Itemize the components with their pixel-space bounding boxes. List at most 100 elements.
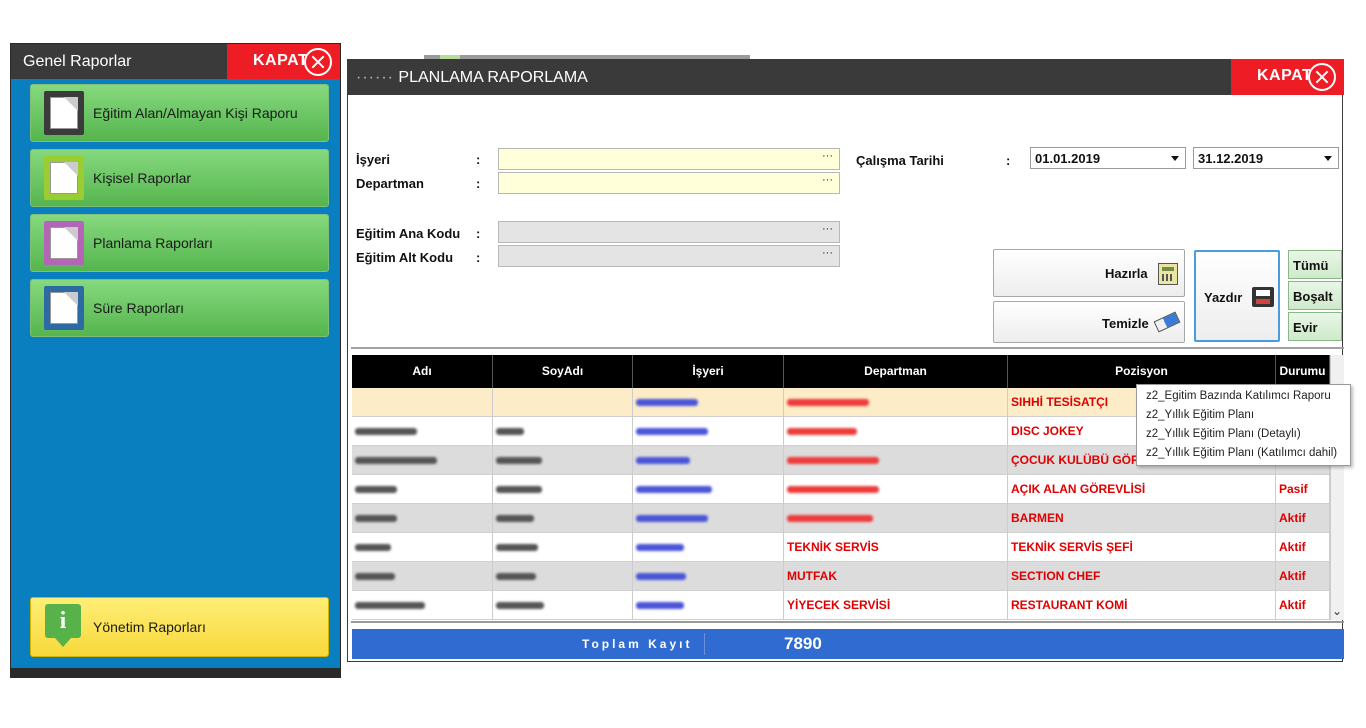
cell-name bbox=[352, 562, 493, 591]
ellipsis-button[interactable]: ··· bbox=[822, 174, 833, 186]
clear-selection-button[interactable]: Boşalt bbox=[1288, 281, 1342, 310]
cell-position: BARMEN bbox=[1008, 504, 1276, 533]
ellipsis-button[interactable]: ··· bbox=[822, 247, 833, 259]
cell-status: Aktif bbox=[1276, 504, 1330, 533]
start-date-picker[interactable]: 01.01.2019 bbox=[1030, 147, 1186, 169]
menu-item-label: Planlama Raporları bbox=[93, 235, 213, 251]
cell-name bbox=[352, 388, 493, 417]
workplace-label: İşyeri bbox=[356, 152, 390, 167]
ellipsis-button[interactable]: ··· bbox=[822, 150, 833, 162]
table-row[interactable]: TEKNİK SERVİS TEKNİK SERVİS ŞEFİ Aktif bbox=[352, 533, 1330, 562]
training-sub-code-label: Eğitim Alt Kodu bbox=[356, 250, 454, 265]
chevron-down-icon[interactable]: ⌄ bbox=[1330, 602, 1344, 620]
clear-button[interactable]: Temizle bbox=[993, 301, 1185, 343]
cell-department bbox=[784, 388, 1008, 417]
ellipsis-button[interactable]: ··· bbox=[822, 223, 833, 235]
training-attendance-report-button[interactable]: Eğitim Alan/Almayan Kişi Raporu bbox=[30, 84, 329, 142]
cell-surname bbox=[493, 475, 633, 504]
window-title: ······ PLANLAMA RAPORLAMA bbox=[356, 69, 588, 87]
cell-workplace bbox=[633, 417, 784, 446]
table-row[interactable]: MUTFAK SECTION CHEF Aktif bbox=[352, 562, 1330, 591]
duration-reports-button[interactable]: Süre Raporları bbox=[30, 279, 329, 337]
cell-name bbox=[352, 475, 493, 504]
training-main-code-field[interactable]: ··· bbox=[498, 221, 840, 243]
cell-name bbox=[352, 446, 493, 475]
title-dots: ······ bbox=[356, 69, 394, 86]
panel-bottom-bar bbox=[11, 668, 340, 678]
column-header-department[interactable]: Departman bbox=[784, 355, 1008, 388]
cell-position: AÇIK ALAN GÖREVLİSİ bbox=[1008, 475, 1276, 504]
colon: : bbox=[476, 226, 481, 241]
cell-name bbox=[352, 533, 493, 562]
divider bbox=[351, 347, 1344, 349]
prepare-button[interactable]: Hazırla bbox=[993, 249, 1185, 297]
colon: : bbox=[476, 176, 481, 191]
department-label: Departman bbox=[356, 176, 424, 191]
close-icon bbox=[1308, 63, 1336, 91]
cell-workplace bbox=[633, 562, 784, 591]
column-header-workplace[interactable]: İşyeri bbox=[633, 355, 784, 388]
table-row[interactable]: AÇIK ALAN GÖREVLİSİ Pasif bbox=[352, 475, 1330, 504]
cell-workplace bbox=[633, 446, 784, 475]
cell-surname bbox=[493, 417, 633, 446]
window-title-text: PLANLAMA RAPORLAMA bbox=[398, 69, 588, 86]
cell-department bbox=[784, 417, 1008, 446]
invert-selection-button[interactable]: Evir bbox=[1288, 312, 1342, 341]
select-all-button[interactable]: Tümü bbox=[1288, 250, 1342, 279]
table-row[interactable]: BARMEN Aktif bbox=[352, 504, 1330, 533]
cell-status: Aktif bbox=[1276, 533, 1330, 562]
cell-workplace bbox=[633, 388, 784, 417]
column-header-surname[interactable]: SoyAdı bbox=[493, 355, 633, 388]
general-reports-panel: Genel Raporlar KAPAT Eğitim Alan/Almayan… bbox=[10, 43, 341, 678]
workplace-field[interactable]: ··· bbox=[498, 148, 840, 170]
end-date-value: 31.12.2019 bbox=[1198, 151, 1264, 166]
cell-name bbox=[352, 591, 493, 620]
menu-item-label: Yönetim Raporları bbox=[93, 619, 206, 635]
print-label: Yazdır bbox=[1204, 290, 1243, 305]
training-sub-code-field[interactable]: ··· bbox=[498, 245, 840, 267]
cell-department bbox=[784, 475, 1008, 504]
clear-selection-label: Boşalt bbox=[1293, 289, 1333, 304]
clear-label: Temizle bbox=[1102, 316, 1149, 331]
cell-status: Aktif bbox=[1276, 591, 1330, 620]
cell-name bbox=[352, 417, 493, 446]
cell-surname bbox=[493, 388, 633, 417]
calculator-icon bbox=[1158, 263, 1178, 285]
report-type-menu: z2_Egitim Bazında Katılımcı Raporu z2_Yı… bbox=[1136, 384, 1351, 466]
menu-item-training-participant-report[interactable]: z2_Egitim Bazında Katılımcı Raporu bbox=[1146, 390, 1331, 402]
column-header-name[interactable]: Adı bbox=[352, 355, 493, 388]
cell-surname bbox=[493, 533, 633, 562]
menu-item-annual-training-plan-detailed[interactable]: z2_Yıllık Eğitim Planı (Detaylı) bbox=[1146, 428, 1301, 440]
personal-reports-button[interactable]: Kişisel Raporlar bbox=[30, 149, 329, 207]
total-records-label: Toplam Kayıt bbox=[582, 637, 693, 651]
divider bbox=[704, 633, 705, 655]
end-date-picker[interactable]: 31.12.2019 bbox=[1193, 147, 1339, 169]
cell-surname bbox=[493, 562, 633, 591]
menu-item-annual-training-plan[interactable]: z2_Yıllık Eğitim Planı bbox=[1146, 409, 1254, 421]
menu-item-label: Eğitim Alan/Almayan Kişi Raporu bbox=[93, 105, 298, 121]
cell-department: YİYECEK SERVİSİ bbox=[784, 591, 1008, 620]
info-icon: i bbox=[45, 604, 81, 647]
cell-surname bbox=[493, 504, 633, 533]
eraser-icon bbox=[1153, 311, 1181, 333]
menu-item-label: Süre Raporları bbox=[93, 300, 185, 316]
cell-department: TEKNİK SERVİS bbox=[784, 533, 1008, 562]
prepare-label: Hazırla bbox=[1105, 266, 1148, 281]
cell-workplace bbox=[633, 533, 784, 562]
close-button[interactable]: KAPAT bbox=[1231, 59, 1344, 95]
chevron-down-icon bbox=[1171, 156, 1179, 161]
management-reports-button[interactable]: i Yönetim Raporları bbox=[30, 597, 329, 657]
colon: : bbox=[476, 152, 481, 167]
total-records-bar: Toplam Kayıt 7890 bbox=[352, 629, 1344, 659]
printer-icon bbox=[1252, 287, 1274, 307]
close-button[interactable]: KAPAT bbox=[227, 44, 340, 79]
planning-reports-button[interactable]: Planlama Raporları bbox=[30, 214, 329, 272]
table-row[interactable]: YİYECEK SERVİSİ RESTAURANT KOMİ Aktif bbox=[352, 591, 1330, 620]
department-field[interactable]: ··· bbox=[498, 172, 840, 194]
print-button[interactable]: Yazdır bbox=[1194, 250, 1280, 342]
document-purple-icon bbox=[44, 221, 84, 265]
divider bbox=[351, 621, 1344, 623]
panel-title: Genel Raporlar bbox=[23, 53, 132, 70]
chart-document-icon bbox=[44, 156, 84, 200]
menu-item-annual-training-plan-participants[interactable]: z2_Yıllık Eğitim Planı (Katılımcı dahil) bbox=[1146, 447, 1337, 459]
